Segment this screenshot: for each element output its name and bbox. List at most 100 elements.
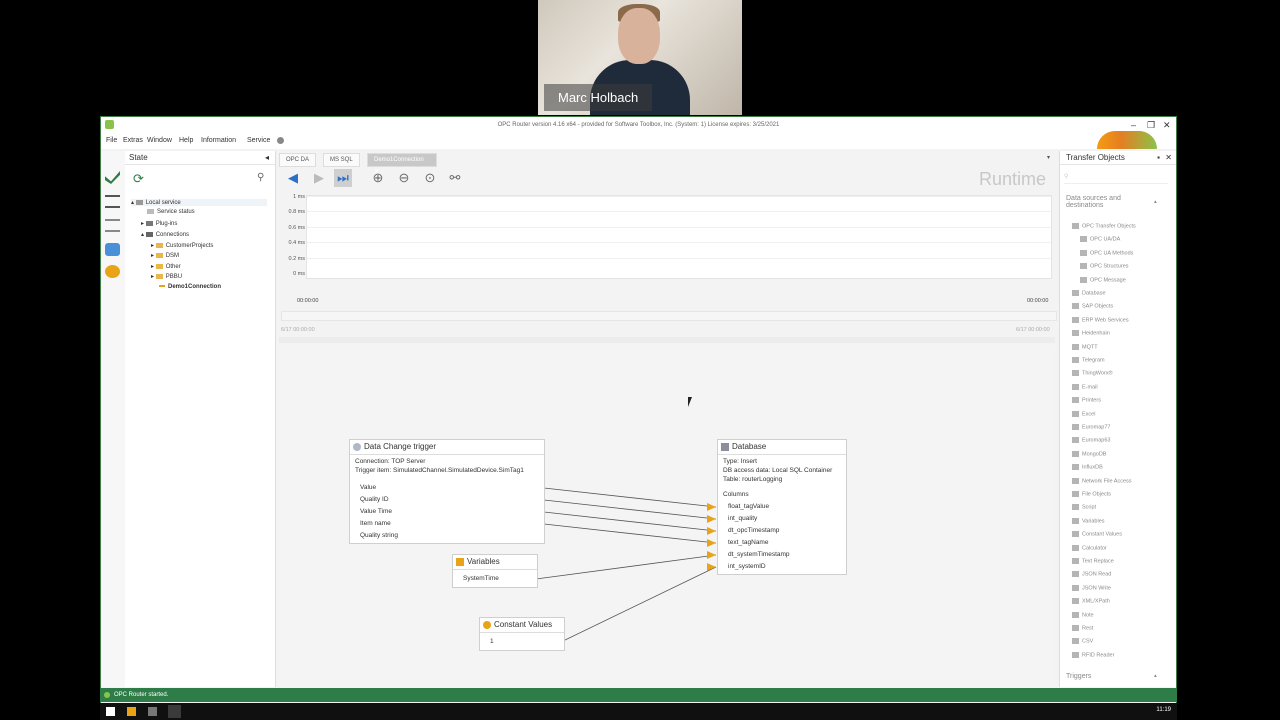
transfer-item[interactable]: Script (1072, 504, 1096, 511)
transfer-item[interactable]: OPC Message (1080, 276, 1126, 283)
transfer-item[interactable]: InfluxDB (1072, 464, 1103, 471)
transfer-item[interactable]: XML/XPath (1072, 598, 1110, 605)
output-item-name[interactable]: Item name (360, 520, 391, 527)
taskbar-app-icon[interactable] (127, 707, 136, 716)
transfer-item[interactable]: MQTT (1072, 343, 1098, 350)
zoom-fit-icon[interactable]: ⊙ (421, 169, 439, 187)
transfer-item[interactable]: Variables (1072, 517, 1105, 524)
transfer-item[interactable]: Telegram (1072, 357, 1105, 363)
binoculars-icon[interactable]: ⚯ (446, 169, 464, 187)
tree-folder[interactable]: ▸ DSM (151, 252, 179, 259)
tabs-dropdown-icon[interactable]: ▾ (1047, 154, 1050, 161)
transfer-item[interactable]: Text Replace (1072, 558, 1114, 564)
runtime-icon[interactable] (105, 265, 120, 278)
tab-demo1connection[interactable]: Demo1Connection ✕ (367, 153, 437, 175)
search-icon[interactable]: ⚲ (257, 172, 264, 183)
skip-to-end-icon[interactable]: ⏭ (334, 169, 352, 187)
transfer-item[interactable]: File Objects (1072, 491, 1111, 497)
menu-information[interactable]: Information (201, 137, 236, 144)
tree-plugins[interactable]: ▸ Plug-ins (141, 220, 177, 227)
data-change-trigger-node[interactable]: Data Change trigger Connection: TOP Serv… (349, 439, 545, 544)
transfer-item[interactable]: OPC UA/DA (1080, 236, 1120, 243)
play-icon[interactable]: ▶ (310, 169, 328, 187)
constant-values-node[interactable]: Constant Values 1 (479, 617, 565, 651)
transfer-item[interactable]: ThingWorx® (1072, 370, 1113, 377)
transfer-item[interactable]: JSON Write (1072, 584, 1111, 591)
transfer-item[interactable]: Network File Access (1072, 477, 1132, 484)
transfer-item[interactable]: MongoDB (1072, 450, 1106, 457)
variable-systemtime[interactable]: SystemTime (463, 575, 499, 582)
pin-icon[interactable]: ▪ (1157, 151, 1160, 165)
menu-file[interactable]: File (106, 137, 117, 144)
transfer-item[interactable]: SAP Objects (1072, 303, 1113, 310)
transfer-item[interactable]: Printers (1072, 397, 1101, 404)
transfer-item[interactable]: RFID Reader (1072, 651, 1114, 658)
transfer-item[interactable]: Rest (1072, 625, 1093, 631)
transfer-item[interactable]: OPC UA Methods (1080, 249, 1133, 256)
transfer-item[interactable]: Heidenhain (1072, 330, 1110, 337)
transfer-item[interactable]: E-mail (1072, 383, 1098, 390)
close-panel-icon[interactable]: ✕ (1165, 151, 1172, 165)
settings-icon[interactable] (105, 243, 120, 256)
transfer-item-icon (1080, 276, 1087, 283)
zoom-out-icon[interactable]: ⊖ (395, 169, 413, 187)
column-int-quality[interactable]: int_quality (728, 515, 757, 522)
constant-value[interactable]: 1 (490, 638, 494, 645)
transfer-item[interactable]: Constant Values (1072, 531, 1122, 538)
column-dt-systemtimestamp[interactable]: dt_systemTimestamp (728, 551, 790, 558)
collapse-panel-icon[interactable]: ◂ (265, 151, 269, 165)
tab-ms-sql[interactable]: MS SQL (323, 153, 360, 167)
tree-folder[interactable]: ▸ Other (151, 263, 181, 270)
connections-icon[interactable] (105, 171, 120, 184)
transfer-list-icon[interactable] (105, 195, 120, 208)
variables-node[interactable]: Variables SystemTime (452, 554, 538, 588)
tree-folder[interactable]: ▸ CustomerProjects (151, 242, 213, 249)
restore-icon[interactable]: ❐ (1147, 117, 1155, 133)
collapse-triggers-icon[interactable]: ▴ (1154, 673, 1157, 679)
column-int-systemid[interactable]: int_systemID (728, 563, 766, 570)
transfer-search-input[interactable]: ⚲ (1064, 173, 1168, 184)
taskbar-app-icon[interactable] (148, 707, 157, 716)
tree-folder[interactable]: ▸ PBBU (151, 273, 182, 280)
output-quality-string[interactable]: Quality string (360, 532, 398, 539)
transfer-item[interactable]: Euromap77 (1072, 424, 1110, 430)
refresh-icon[interactable]: ⟳ (133, 171, 144, 187)
transfer-item[interactable]: OPC Structures (1080, 263, 1129, 270)
step-back-icon[interactable]: ◀ (284, 169, 302, 187)
output-quality-id[interactable]: Quality ID (360, 496, 389, 503)
zoom-in-icon[interactable]: ⊕ (369, 169, 387, 187)
output-value-time[interactable]: Value Time (360, 508, 392, 515)
column-dt-opctimestamp[interactable]: dt_opcTimestamp (728, 527, 779, 534)
tree-service-status[interactable]: Service status (147, 209, 195, 215)
tree-selected-connection[interactable]: Demo1Connection (159, 284, 221, 290)
splitter-handle[interactable] (279, 337, 1055, 343)
menu-service[interactable]: Service (247, 137, 270, 144)
taskbar-app-icon[interactable] (168, 705, 181, 718)
timeline-scrollbar[interactable] (281, 311, 1057, 321)
close-icon[interactable]: ✕ (1163, 117, 1171, 133)
section-triggers[interactable]: Triggers (1066, 673, 1091, 680)
tree-connections[interactable]: ▴ Connections (141, 231, 189, 238)
transfer-item[interactable]: Euromap63 (1072, 437, 1110, 444)
transfer-item[interactable]: Calculator (1072, 544, 1107, 551)
list-icon[interactable] (105, 219, 120, 232)
transfer-item[interactable]: Database (1072, 290, 1106, 296)
transfer-item[interactable]: JSON Read (1072, 571, 1111, 578)
column-float-tagvalue[interactable]: float_tagValue (728, 503, 769, 510)
transfer-item[interactable]: CSV (1072, 638, 1093, 645)
tree-local-service[interactable]: ▴ Local service (131, 199, 267, 206)
menu-window[interactable]: Window (147, 137, 172, 144)
transfer-item[interactable]: Excel (1072, 410, 1095, 417)
transfer-item[interactable]: Note (1072, 611, 1094, 618)
transfer-item[interactable]: ERP Web Services (1072, 316, 1129, 323)
collapse-section-icon[interactable]: ▴ (1154, 199, 1157, 205)
section-data-sources[interactable]: Data sources and destinations (1066, 195, 1146, 209)
output-value[interactable]: Value (360, 484, 376, 491)
tab-opc-da[interactable]: OPC DA (279, 153, 317, 167)
column-text-tagname[interactable]: text_tagName (728, 539, 768, 546)
windows-start-icon[interactable] (106, 707, 115, 716)
menu-help[interactable]: Help (179, 137, 193, 144)
menu-extras[interactable]: Extras (123, 137, 143, 144)
transfer-item[interactable]: OPC Transfer Objects (1072, 223, 1136, 229)
database-node[interactable]: Database Type: Insert DB access data: Lo… (717, 439, 847, 575)
